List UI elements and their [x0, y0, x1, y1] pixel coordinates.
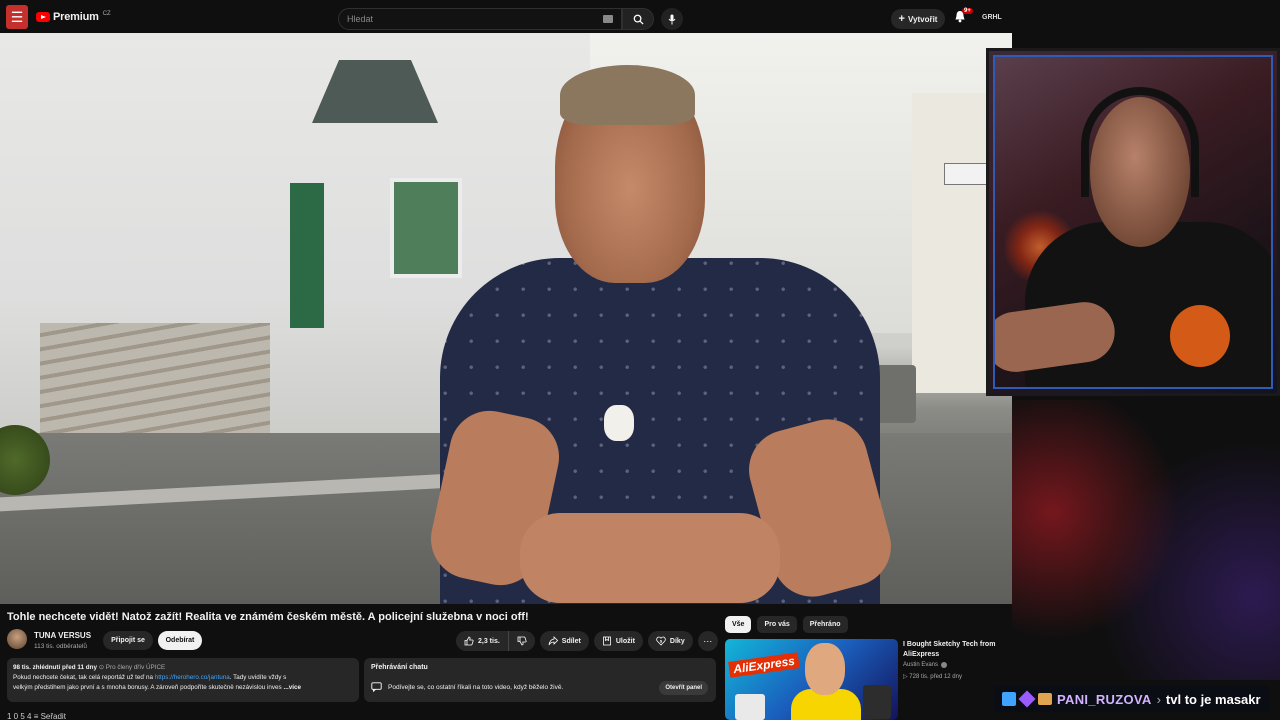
- save-label: Uložit: [615, 637, 635, 645]
- share-icon: [548, 636, 558, 646]
- description-line-2: velkým předstihem jako první a s mnoha b…: [13, 683, 353, 693]
- recommended-video-thumbnail[interactable]: AliExpress: [725, 639, 898, 720]
- create-label: Vytvořit: [907, 14, 938, 24]
- description-meta: 98 tis. zhlédnutí před 11 dny ⊙ Pro člen…: [13, 664, 166, 671]
- video-presenter-hands: [520, 513, 780, 603]
- channel-name[interactable]: TUNA VERSUS: [34, 631, 91, 640]
- gift-badge-icon: [1038, 693, 1052, 705]
- description-line-1: Pokud nechcete čekat, tak celá reportáž …: [13, 673, 353, 683]
- brand-region: CZ: [102, 11, 111, 17]
- video-presenter-hair: [560, 65, 695, 125]
- save-icon: [602, 636, 611, 646]
- search-icon: [633, 14, 644, 25]
- hamburger-icon: ☰: [10, 8, 24, 25]
- elephant-pendant: [604, 405, 634, 441]
- streamer-webcam: [986, 48, 1280, 396]
- account-avatar[interactable]: GRHL: [982, 11, 1002, 25]
- chat-replay-text: Podívejte se, co ostatní říkali na toto …: [388, 683, 564, 691]
- stream-background-glow: [1012, 400, 1280, 680]
- screen: ☰ Premium CZ + Vytvořit 9+ GRHL: [0, 0, 1280, 720]
- chat-replay-heading: Přehrávání chatu: [371, 664, 428, 671]
- stream-chat-message: PANI_RUZOVA › tvl to je masakr: [994, 686, 1269, 712]
- chat-badge-icon: [1002, 692, 1016, 706]
- recommended-video-stats: ▷ 728 tis. před 12 dny: [903, 673, 962, 680]
- chat-bubble-icon: [371, 682, 382, 692]
- brand-label: Premium: [53, 11, 99, 23]
- thumbnail-text: AliExpress: [728, 652, 800, 678]
- channel-avatar[interactable]: [7, 629, 27, 649]
- video-description[interactable]: 98 tis. zhlédnutí před 11 dny ⊙ Pro člen…: [7, 658, 359, 702]
- thumbnail-face: [805, 643, 845, 695]
- share-button[interactable]: Sdílet: [539, 631, 589, 651]
- show-more-link[interactable]: ...více: [283, 684, 301, 691]
- open-panel-button[interactable]: Otevřít panel: [659, 681, 708, 695]
- filter-chip-watched[interactable]: Přehráno: [802, 616, 848, 633]
- thumbnail-product: [735, 694, 765, 720]
- comments-header-peek: 1 0 5 4 ≡ Seřadit: [7, 712, 66, 720]
- more-actions-button[interactable]: ⋯: [697, 631, 718, 651]
- create-button[interactable]: + Vytvořit: [891, 9, 945, 29]
- super-thanks-icon: $: [656, 636, 666, 646]
- subscribe-button[interactable]: Odebírat: [158, 631, 202, 650]
- like-count: 2,3 tis.: [478, 637, 500, 645]
- chat-message-text: tvl to je masakr: [1165, 691, 1261, 707]
- recommended-video-title[interactable]: I Bought Sketchy Tech from AliExpress: [903, 640, 1007, 660]
- recommended-video-channel[interactable]: Austin Evans: [903, 662, 948, 668]
- description-text: . Tady uvidíte vždy s: [229, 674, 287, 681]
- share-label: Sdílet: [561, 637, 581, 645]
- search-button[interactable]: [622, 8, 654, 30]
- thumbs-down-icon: [517, 636, 527, 646]
- search-input[interactable]: [347, 14, 587, 24]
- description-text: Pokud nechcete čekat, tak celá reportáž …: [13, 674, 155, 681]
- subscriber-badge-icon: [1018, 690, 1036, 708]
- webcam-frame: [993, 55, 1273, 389]
- chat-username: PANI_RUZOVA: [1057, 691, 1152, 707]
- video-actions: 2,3 tis. Sdílet Uložit $ Díky ⋯: [456, 631, 718, 651]
- verified-icon: [941, 662, 948, 668]
- svg-text:$: $: [660, 638, 663, 643]
- join-button[interactable]: Připojit se: [103, 631, 153, 650]
- youtube-logo[interactable]: Premium CZ: [36, 11, 111, 23]
- video-scene-stairs: [40, 323, 270, 443]
- notifications-button[interactable]: 9+: [954, 8, 973, 26]
- video-player[interactable]: [0, 33, 1012, 604]
- thumbnail-product: [863, 685, 891, 719]
- chat-replay-panel: Přehrávání chatu Podívejte se, co ostatn…: [364, 658, 716, 702]
- voice-search-button[interactable]: [661, 8, 683, 30]
- menu-button[interactable]: ☰: [6, 5, 28, 29]
- search-box: [338, 8, 622, 30]
- notification-count-badge: 9+: [962, 8, 973, 14]
- members-first-tag: Pro členy dřív ÚPICE: [105, 664, 166, 671]
- video-scene-window: [390, 178, 462, 278]
- play-logo-icon: [36, 12, 50, 22]
- channel-subscribers: 113 tis. odběratelů: [34, 643, 87, 650]
- video-scene-door: [290, 183, 324, 328]
- description-link[interactable]: https://herohero.co/jantuna: [155, 674, 230, 681]
- recommended-stats-text: 728 tis. před 12 dny: [909, 674, 962, 680]
- like-button[interactable]: 2,3 tis.: [456, 631, 509, 651]
- description-text: velkým předstihem jako první a s mnoha b…: [13, 684, 282, 691]
- microphone-icon: [668, 14, 676, 24]
- thanks-button[interactable]: $ Díky: [647, 631, 693, 651]
- keyboard-icon[interactable]: [603, 15, 613, 23]
- video-title: Tohle nechcete vidět! Natož zažít! Reali…: [7, 611, 529, 623]
- like-dislike-group: 2,3 tis.: [456, 631, 535, 651]
- thanks-label: Díky: [669, 637, 685, 645]
- youtube-header: ☰ Premium CZ + Vytvořit 9+ GRHL: [0, 0, 1012, 36]
- headset: [1081, 87, 1199, 197]
- shirt-logo: [1170, 305, 1230, 367]
- dislike-button[interactable]: [509, 631, 535, 651]
- chat-separator-icon: ›: [1156, 691, 1161, 707]
- view-count-date: 98 tis. zhlédnutí před 11 dny: [13, 664, 97, 671]
- save-button[interactable]: Uložit: [593, 631, 643, 651]
- recommendation-filters: Vše Pro vás Přehráno: [725, 616, 848, 633]
- plus-icon: +: [898, 13, 905, 25]
- recommended-channel-name: Austin Evans: [903, 662, 939, 668]
- filter-chip-all[interactable]: Vše: [725, 616, 752, 633]
- thumbs-up-icon: [464, 636, 474, 646]
- video-scene-sign: [944, 163, 990, 185]
- more-icon: ⋯: [703, 635, 713, 646]
- filter-chip-for-you[interactable]: Pro vás: [757, 616, 797, 633]
- chat-replay-row: Podívejte se, co ostatní říkali na toto …: [371, 682, 563, 692]
